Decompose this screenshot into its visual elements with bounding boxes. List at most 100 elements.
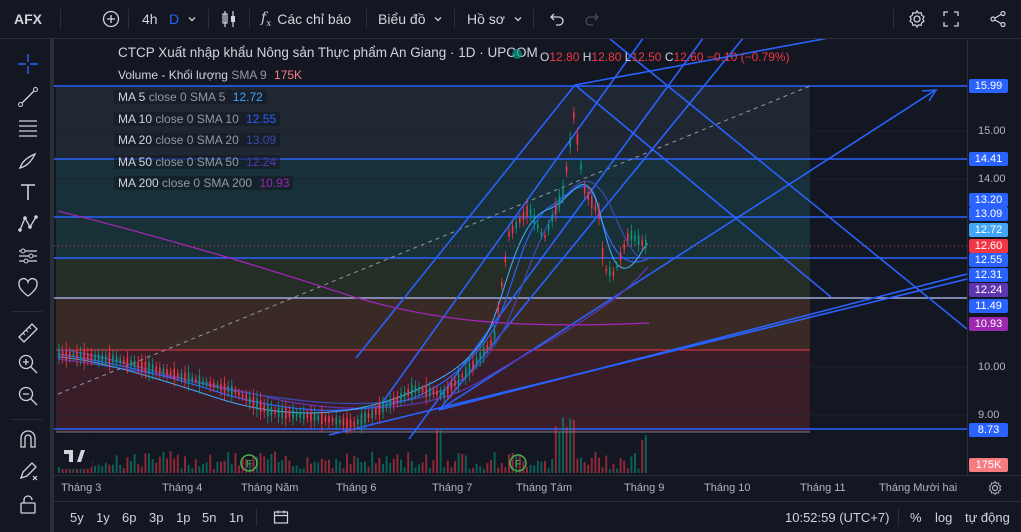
ma-label: MA 200 <box>118 176 159 190</box>
indicators-label: Các chỉ báo <box>277 11 352 27</box>
time-tick: Tháng Mười hai <box>879 482 958 494</box>
percent-scale-button[interactable]: % <box>910 510 922 525</box>
undo-icon[interactable] <box>549 0 565 38</box>
ma-legend-row[interactable]: MA 5 close 0 SMA 5 12.72 <box>114 90 267 104</box>
open-label: O <box>540 50 550 64</box>
ma-sub: close 0 SMA 20 <box>155 133 239 147</box>
price-label: 12.60 <box>969 239 1008 253</box>
time-tick: Tháng 9 <box>624 482 665 494</box>
high-value: 12.80 <box>591 50 622 64</box>
share-icon[interactable] <box>989 0 1007 38</box>
profile-label: Hồ sơ <box>467 11 505 27</box>
interval-d-button[interactable]: D <box>169 0 179 38</box>
ma-sub: close 0 SMA 5 <box>148 90 226 104</box>
ma-legend-row[interactable]: MA 10 close 0 SMA 10 12.55 <box>114 111 281 126</box>
open-value: 12.80 <box>549 50 580 64</box>
ruler-icon[interactable] <box>15 320 41 346</box>
svg-text:F: F <box>515 459 521 470</box>
compare-add-icon[interactable] <box>102 0 120 38</box>
stay-drawing-mode-icon[interactable] <box>15 458 41 484</box>
interval-4h-button[interactable]: 4h <box>142 0 158 38</box>
range-3m-button[interactable]: 3p <box>149 510 163 525</box>
chart-pane[interactable]: F F CTCP Xuất nhập khẩu Nông sản Thực ph… <box>54 39 967 475</box>
price-label: 8.73 <box>969 423 1008 437</box>
price-label: 14.41 <box>969 152 1008 166</box>
price-tick: 9.00 <box>978 409 1000 421</box>
chevron-down-icon <box>514 17 522 22</box>
crosshair-icon[interactable] <box>15 51 41 77</box>
fullscreen-icon[interactable] <box>943 0 959 38</box>
zoom-in-icon[interactable] <box>15 351 41 377</box>
log-scale-button[interactable]: log <box>935 510 952 525</box>
price-label: 175K <box>969 458 1008 472</box>
ma-label: MA 10 <box>118 111 153 126</box>
volume-value: 175K <box>274 68 303 82</box>
lock-icon[interactable] <box>15 491 41 517</box>
price-label: 13.20 <box>969 193 1008 207</box>
ma-legend-row[interactable]: MA 50 close 0 SMA 50 12.24 <box>114 154 281 169</box>
ma-label: MA 50 <box>118 154 153 169</box>
ma-value: 12.55 <box>246 111 277 126</box>
time-tick: Tháng Năm <box>241 482 299 494</box>
volume-legend[interactable]: Volume - Khối lượng SMA 9 175K <box>114 68 307 82</box>
prediction-tool-icon[interactable] <box>15 243 41 269</box>
ma-value: 12.72 <box>232 90 263 104</box>
indicators-button[interactable]: fx Các chỉ báo <box>261 0 351 38</box>
chart-type-label: Biểu đồ <box>378 11 426 27</box>
time-tick: Tháng Tám <box>516 482 573 494</box>
text-tool-icon[interactable] <box>15 179 41 205</box>
price-label: 12.55 <box>969 253 1008 267</box>
range-1y-button[interactable]: 1y <box>96 510 110 525</box>
price-tick: 15.00 <box>978 125 1006 137</box>
symbol-title: CTCP Xuất nhập khẩu Nông sản Thực phẩm A… <box>114 45 542 60</box>
volume-sub: SMA 9 <box>231 68 267 82</box>
tradingview-logo <box>59 439 92 469</box>
range-5y-button[interactable]: 5y <box>70 510 84 525</box>
top-toolbar: AFX 4h D fx Các chỉ báo Biểu đồ Hồ sơ <box>0 0 1021 39</box>
chevron-down-icon[interactable] <box>187 0 197 38</box>
goto-date-calendar-icon[interactable] <box>273 509 289 530</box>
ma-sub: close 0 SMA 10 <box>155 111 239 126</box>
range-5d-button[interactable]: 5n <box>202 510 216 525</box>
time-axis-settings-icon[interactable] <box>987 480 1003 501</box>
settings-gear-icon[interactable] <box>907 0 927 38</box>
magnet-icon[interactable] <box>15 427 41 453</box>
drawing-toolbar <box>0 39 54 532</box>
market-status-icon <box>512 49 522 59</box>
clock-timezone-button[interactable]: 10:52:59 (UTC+7) <box>785 510 889 525</box>
pattern-tool-icon[interactable] <box>15 211 41 237</box>
fib-retracement-icon[interactable] <box>15 115 41 141</box>
symbol-search-button[interactable]: AFX <box>14 0 42 38</box>
candles-chart-type-icon[interactable] <box>220 0 238 38</box>
ma-sub: close 0 SMA 200 <box>162 176 253 190</box>
trend-line-icon[interactable] <box>15 84 41 110</box>
close-label: C <box>664 50 674 64</box>
ma-sub: close 0 SMA 50 <box>155 154 239 169</box>
price-label: 12.72 <box>969 223 1008 237</box>
price-label: 13.09 <box>969 207 1008 221</box>
price-tick: 14.00 <box>978 173 1006 185</box>
profile-menu-button[interactable]: Hồ sơ <box>467 0 523 38</box>
ma-legend-row[interactable]: MA 200 close 0 SMA 200 10.93 <box>114 176 294 190</box>
ma-value: 10.93 <box>259 176 290 190</box>
auto-scale-button[interactable]: tự động <box>965 510 1010 525</box>
price-tick: 10.00 <box>978 361 1006 373</box>
ma-legend-row[interactable]: MA 20 close 0 SMA 20 13.09 <box>114 133 281 147</box>
ohlc-readout: O12.80 H12.80 L12.50 C12.60 −0.10 (−0.79… <box>540 50 790 64</box>
chart-canvas[interactable]: F F <box>54 39 967 475</box>
range-1d-button[interactable]: 1n <box>229 510 243 525</box>
time-tick: Tháng 7 <box>432 482 473 494</box>
chart-type-menu-button[interactable]: Biểu đồ <box>378 0 443 38</box>
time-tick: Tháng 6 <box>336 482 377 494</box>
redo-icon[interactable] <box>584 0 600 38</box>
heart-favorite-icon[interactable] <box>15 275 41 301</box>
low-value: 12.50 <box>631 50 662 64</box>
price-label: 15.99 <box>969 79 1008 93</box>
brush-icon[interactable] <box>15 148 41 174</box>
svg-text:F: F <box>246 459 252 470</box>
ma-label: MA 20 <box>118 133 153 147</box>
zoom-out-icon[interactable] <box>15 383 41 409</box>
ma-value: 12.24 <box>246 154 277 169</box>
range-1m-button[interactable]: 1p <box>176 510 190 525</box>
range-6m-button[interactable]: 6p <box>122 510 136 525</box>
